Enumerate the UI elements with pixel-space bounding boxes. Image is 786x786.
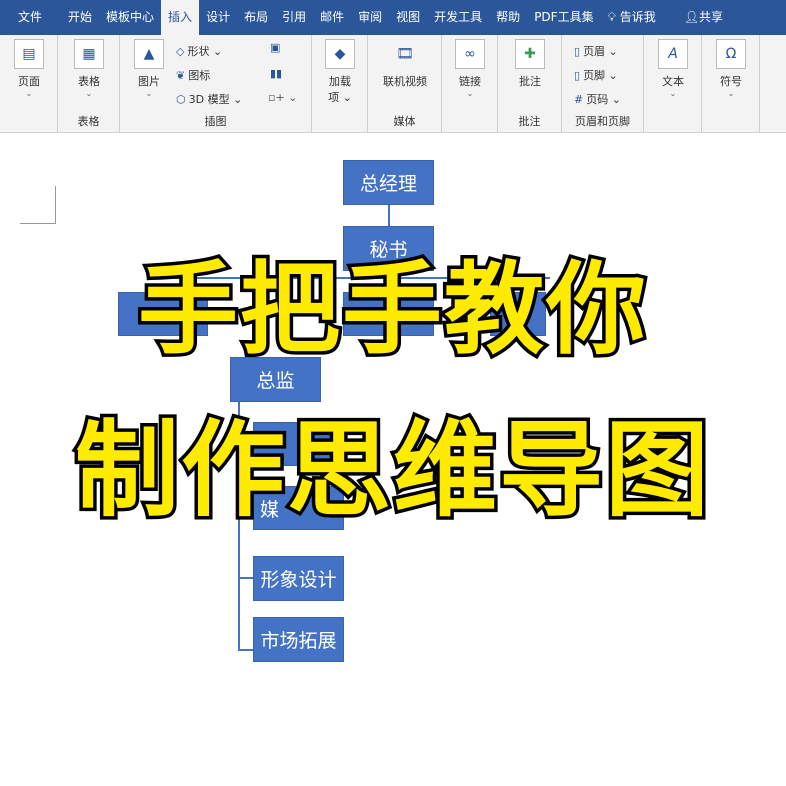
chevron-down-icon: ⌄ [145, 89, 153, 98]
tab-mailings[interactable]: 邮件 [313, 0, 351, 35]
text-button[interactable]: A 文本 ⌄ [652, 39, 694, 98]
ribbon-tabs: 文件 开始 模板中心 插入 设计 布局 引用 邮件 审阅 视图 开发工具 帮助 … [0, 0, 786, 35]
group-addins: ◆ 加载项 ⌄ [312, 35, 368, 133]
header-icon: ▯ [574, 45, 581, 58]
tab-file[interactable]: 文件 [0, 0, 49, 35]
cube-icon: ⬡ [176, 93, 186, 106]
tab-developer[interactable]: 开发工具 [427, 0, 489, 35]
share-button[interactable]: 👤︎共享 [677, 0, 730, 35]
chevron-down-icon: ⌄ [669, 89, 677, 98]
lightbulb-icon: 💡︎ [607, 10, 620, 24]
group-symbols: Ω 符号 ⌄ [702, 35, 760, 133]
chevron-down-icon: ⌄ [85, 89, 93, 98]
tab-insert[interactable]: 插入 [161, 0, 200, 35]
group-header-footer: ▯ 页眉 ⌄ ▯ 页脚 ⌄ # 页码 ⌄ 页眉和页脚 [562, 35, 644, 133]
picture-button[interactable]: ▲ 图片 ⌄ [128, 39, 170, 98]
page-button[interactable]: ▤ 页面 ⌄ [8, 39, 50, 98]
tab-home[interactable]: 开始 [61, 0, 99, 35]
chevron-down-icon: ⌄ [727, 89, 735, 98]
group-comments: ✚ 批注 批注 [498, 35, 562, 133]
icons-button[interactable]: ❦ 图标 [176, 67, 210, 83]
page-number-button[interactable]: # 页码 ⌄ [574, 91, 621, 107]
connector [238, 649, 254, 651]
shapes-icon: ◇ [176, 45, 185, 58]
tab-references[interactable]: 引用 [275, 0, 313, 35]
3d-model-button[interactable]: ⬡ 3D 模型 ⌄ [176, 91, 242, 107]
person-add-icon: 👤︎ [683, 10, 700, 24]
tab-design[interactable]: 设计 [199, 0, 237, 35]
tab-help[interactable]: 帮助 [489, 0, 527, 35]
tell-me[interactable]: 💡︎ 告诉我 [601, 0, 663, 35]
group-pages: ▤ 页面 ⌄ [0, 35, 58, 133]
shapes-button[interactable]: ◇ 形状 ⌄ [176, 43, 222, 59]
tab-layout[interactable]: 布局 [237, 0, 275, 35]
group-text: A 文本 ⌄ [644, 35, 702, 133]
page-number-icon: # [574, 93, 584, 106]
tab-templates[interactable]: 模板中心 [99, 0, 161, 35]
connector [388, 205, 390, 227]
omega-icon: Ω [716, 39, 746, 69]
node-market-expansion[interactable]: 市场拓展 [253, 617, 344, 662]
tab-review[interactable]: 审阅 [351, 0, 389, 35]
title-overlay-line2: 制作思维导图 [71, 407, 712, 534]
group-tables: ▦ 表格 ⌄ 表格 [58, 35, 120, 133]
chevron-down-icon: ⌄ [25, 89, 33, 98]
page-icon: ▤ [14, 39, 44, 69]
connector [238, 577, 254, 579]
icons-icon: ❦ [176, 69, 186, 82]
picture-icon: ▲ [134, 39, 164, 69]
header-button[interactable]: ▯ 页眉 ⌄ [574, 43, 618, 59]
chevron-down-icon: ⌄ [466, 89, 474, 98]
chart-icon[interactable]: ▮▮ [270, 67, 282, 80]
link-icon: ∞ [455, 39, 485, 69]
node-image-design[interactable]: 形象设计 [253, 556, 344, 601]
symbol-button[interactable]: Ω 符号 ⌄ [710, 39, 752, 98]
footer-button[interactable]: ▯ 页脚 ⌄ [574, 67, 618, 83]
smartart-icon[interactable]: ▣ [270, 41, 280, 54]
node-ceo[interactable]: 总经理 [343, 160, 434, 205]
comment-icon: ✚ [515, 39, 545, 69]
ribbon: ▤ 页面 ⌄ ▦ 表格 ⌄ 表格 ▲ 图片 ⌄ ◇ 形状 ⌄ ❦ 图标 ⬡ 3D 模型 ⌄ ▣ ▮… [0, 35, 786, 133]
addins-icon: ◆ [325, 39, 355, 69]
comment-button[interactable]: ✚ 批注 [509, 39, 551, 89]
group-media: 🎞︎ 联机视频 媒体 [368, 35, 442, 133]
footer-icon: ▯ [574, 69, 581, 82]
online-video-button[interactable]: 🎞︎ 联机视频 [376, 39, 434, 89]
text-icon: A [658, 39, 688, 69]
table-icon: ▦ [74, 39, 104, 69]
tab-pdf[interactable]: PDF工具集 [527, 0, 600, 35]
addins-button[interactable]: ◆ 加载项 ⌄ [319, 39, 361, 105]
link-button[interactable]: ∞ 链接 ⌄ [449, 39, 491, 98]
margin-marker [20, 186, 56, 224]
group-links: ∞ 链接 ⌄ [442, 35, 498, 133]
tab-view[interactable]: 视图 [389, 0, 427, 35]
table-button[interactable]: ▦ 表格 ⌄ [68, 39, 110, 98]
group-illustrations: ▲ 图片 ⌄ ◇ 形状 ⌄ ❦ 图标 ⬡ 3D 模型 ⌄ ▣ ▮▮ ▫+ ⌄ 插图 [120, 35, 312, 133]
title-overlay-line1: 手把手教你 [135, 251, 650, 368]
video-icon: 🎞︎ [396, 46, 414, 62]
screenshot-icon[interactable]: ▫+ ⌄ [268, 91, 297, 104]
